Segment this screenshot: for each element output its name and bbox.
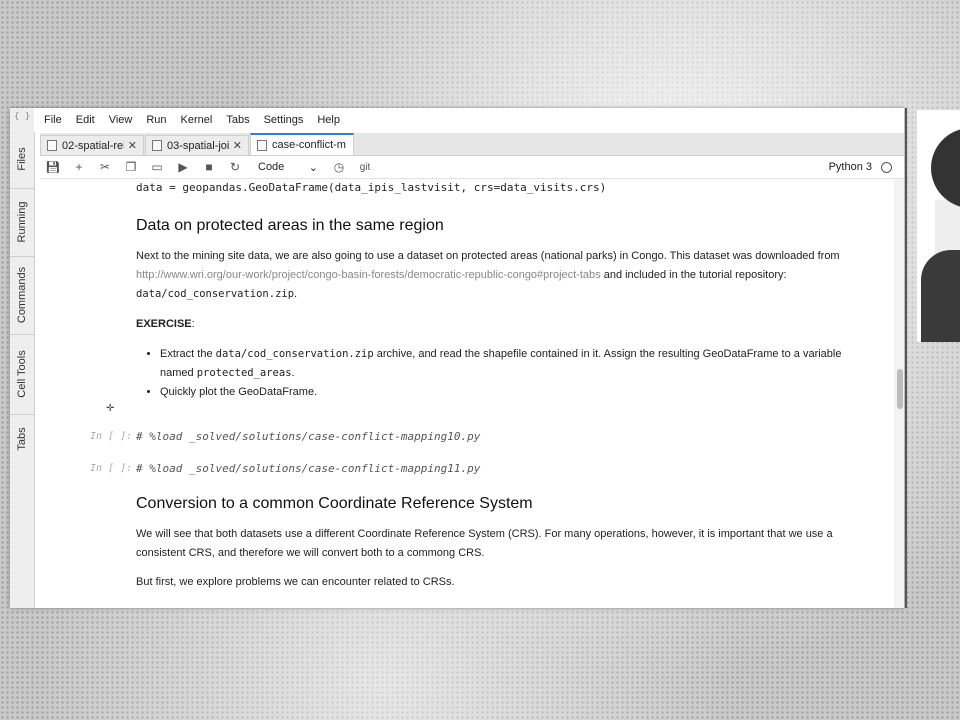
- kernel-name[interactable]: Python 3: [829, 161, 872, 173]
- menu-edit[interactable]: Edit: [76, 114, 95, 126]
- menu-help[interactable]: Help: [317, 114, 340, 126]
- cut-icon[interactable]: ✂: [92, 160, 118, 174]
- markdown-crs-problems: But first, we explore problems we can en…: [136, 576, 455, 588]
- kernel-status-icon: [881, 161, 892, 173]
- presenter-head: [931, 128, 960, 208]
- sidebar-tab-tabs[interactable]: Tabs: [10, 414, 34, 464]
- move-cursor-icon: ✛: [106, 403, 115, 414]
- paste-icon[interactable]: ▭: [144, 160, 170, 174]
- tab-03-spatial-joins[interactable]: 03-spatial-joins ✕: [145, 135, 249, 155]
- webcam-overlay: [917, 110, 960, 342]
- menu-settings[interactable]: Settings: [264, 114, 304, 126]
- tab-02-spatial-relationships[interactable]: 02-spatial-relat ✕: [40, 135, 144, 155]
- cell-prompt: In [ ]:: [90, 431, 133, 442]
- git-button[interactable]: git: [352, 162, 378, 173]
- sidebar-tab-cell-tools[interactable]: Cell Tools: [10, 334, 34, 415]
- list-item: Quickly plot the GeoDataFrame.: [160, 383, 846, 402]
- clock-icon[interactable]: ◷: [326, 160, 352, 174]
- notebook-icon: [152, 140, 162, 151]
- exercise-label: EXERCISE: [136, 318, 192, 330]
- sidebar-tab-running[interactable]: Running: [10, 188, 34, 257]
- code-cell-load-10[interactable]: # %load _solved/solutions/case-conflict-…: [136, 430, 846, 443]
- dataset-link[interactable]: http://www.wri.org/our-work/project/cong…: [136, 269, 601, 281]
- add-cell-icon[interactable]: +: [66, 160, 92, 174]
- menu-run[interactable]: Run: [146, 114, 166, 126]
- scrollbar-thumb[interactable]: [897, 369, 903, 409]
- menubar: File Edit View Run Kernel Tabs Settings …: [34, 108, 904, 132]
- menu-tabs[interactable]: Tabs: [226, 114, 249, 126]
- notebook-scrollbar[interactable]: [894, 179, 904, 608]
- menu-view[interactable]: View: [109, 114, 133, 126]
- jupyterlab-window: { } Files Running Commands Cell Tools Ta…: [10, 108, 904, 608]
- save-icon[interactable]: 💾︎: [40, 160, 66, 174]
- sidebar-tab-commands[interactable]: Commands: [10, 256, 34, 335]
- heading-crs-conversion: Conversion to a common Coordinate Refere…: [136, 495, 533, 512]
- document-tab-bar: 02-spatial-relat ✕ 03-spatial-joins ✕ ca…: [40, 133, 904, 156]
- code-cell-geodataframe[interactable]: data = geopandas.GeoDataFrame(data_ipis_…: [136, 181, 846, 194]
- copy-icon[interactable]: ❐: [118, 160, 144, 174]
- presenter-body: [921, 250, 960, 342]
- cell-prompt: In [ ]:: [90, 463, 133, 474]
- cell-type-select[interactable]: Code ⌄: [258, 161, 318, 174]
- menu-file[interactable]: File: [44, 114, 62, 126]
- list-item: Extract the data/cod_conservation.zip ar…: [160, 345, 846, 383]
- sidebar-tab-files[interactable]: Files: [10, 130, 34, 189]
- tab-case-conflict-mapping[interactable]: case-conflict-m: [250, 133, 354, 155]
- window-divider: [905, 108, 907, 608]
- exercise-list: Extract the data/cod_conservation.zip ar…: [136, 345, 846, 402]
- notebook-icon: [47, 140, 57, 151]
- notebook-panel: data = geopandas.GeoDataFrame(data_ipis_…: [40, 179, 894, 608]
- restart-icon[interactable]: ↻: [222, 160, 248, 174]
- chevron-down-icon: ⌄: [308, 161, 318, 174]
- close-icon[interactable]: ✕: [233, 139, 242, 152]
- markdown-cell-intro: Next to the mining site data, we are als…: [136, 250, 840, 300]
- heading-protected-areas: Data on protected areas in the same regi…: [136, 217, 444, 234]
- notebook-icon: [257, 139, 267, 151]
- stop-icon[interactable]: ■: [196, 160, 222, 174]
- notebook-toolbar: 💾︎ + ✂ ❐ ▭ ▶ ■ ↻ Code ⌄ ◷ git Python 3: [40, 156, 904, 179]
- code-cell-load-11[interactable]: # %load _solved/solutions/case-conflict-…: [136, 462, 846, 475]
- run-icon[interactable]: ▶: [170, 160, 196, 174]
- left-sidebar: { } Files Running Commands Cell Tools Ta…: [10, 108, 35, 608]
- jupyter-logo-icon: { }: [14, 112, 31, 122]
- close-icon[interactable]: ✕: [128, 139, 137, 152]
- markdown-crs-paragraph: We will see that both datasets use a dif…: [136, 528, 833, 559]
- menu-kernel[interactable]: Kernel: [181, 114, 213, 126]
